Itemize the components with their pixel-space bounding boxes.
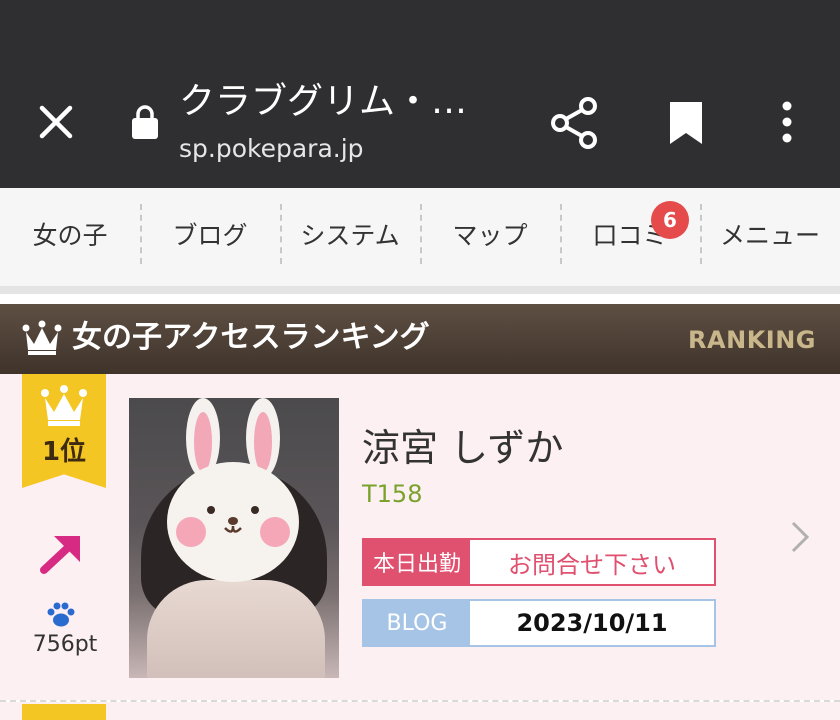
- blog-label: BLOG: [364, 601, 470, 645]
- reviews-count-badge: 6: [651, 201, 689, 239]
- next-ranking-card[interactable]: [0, 702, 840, 720]
- rank-ribbon: [22, 704, 106, 720]
- lock-icon: [131, 104, 159, 140]
- crown-icon: [22, 320, 62, 356]
- page-title: クラブグリム・…: [179, 81, 468, 122]
- nav-item-girls[interactable]: 女の子: [0, 204, 140, 264]
- nav-item-system[interactable]: システム: [280, 204, 420, 264]
- card-divider: [0, 700, 840, 702]
- blog-date: 2023/10/11: [516, 609, 668, 637]
- blog-link[interactable]: BLOG 2023/10/11: [362, 599, 716, 647]
- nav-item-menu[interactable]: メニュー: [700, 204, 840, 264]
- share-icon[interactable]: [550, 96, 600, 150]
- rabbit-face-sticker: [167, 398, 299, 582]
- attendance-status: 本日出勤 お問合せ下さい: [362, 538, 716, 586]
- paw-icon: [46, 602, 76, 628]
- page-url: sp.pokepara.jp: [179, 134, 364, 163]
- attendance-value: お問合せ下さい: [508, 550, 676, 579]
- close-icon[interactable]: [34, 100, 78, 144]
- girl-name[interactable]: 涼宮 しずか: [362, 424, 563, 472]
- profile-photo[interactable]: [129, 398, 339, 678]
- girl-height: T158: [362, 480, 423, 508]
- more-options-icon[interactable]: [772, 98, 802, 146]
- ranking-title-en: RANKING: [688, 326, 816, 354]
- bookmark-icon[interactable]: [666, 100, 706, 146]
- ranking-points: 756pt: [32, 632, 98, 657]
- chevron-right-icon[interactable]: [788, 520, 812, 554]
- ranking-title: 女の子アクセスランキング: [72, 320, 430, 355]
- trend-up-arrow-icon: [38, 530, 86, 576]
- rank-label: 1位: [41, 437, 87, 467]
- photo-body: [147, 580, 325, 678]
- ranking-card[interactable]: [0, 374, 840, 700]
- nav-item-blog[interactable]: ブログ: [140, 204, 280, 264]
- attendance-label: 本日出勤: [364, 540, 470, 584]
- nav-item-map[interactable]: マップ: [420, 204, 560, 264]
- crown-icon: [40, 384, 88, 428]
- site-nav: 女の子 ブログ システム マップ 口コミ メニュー: [0, 188, 840, 294]
